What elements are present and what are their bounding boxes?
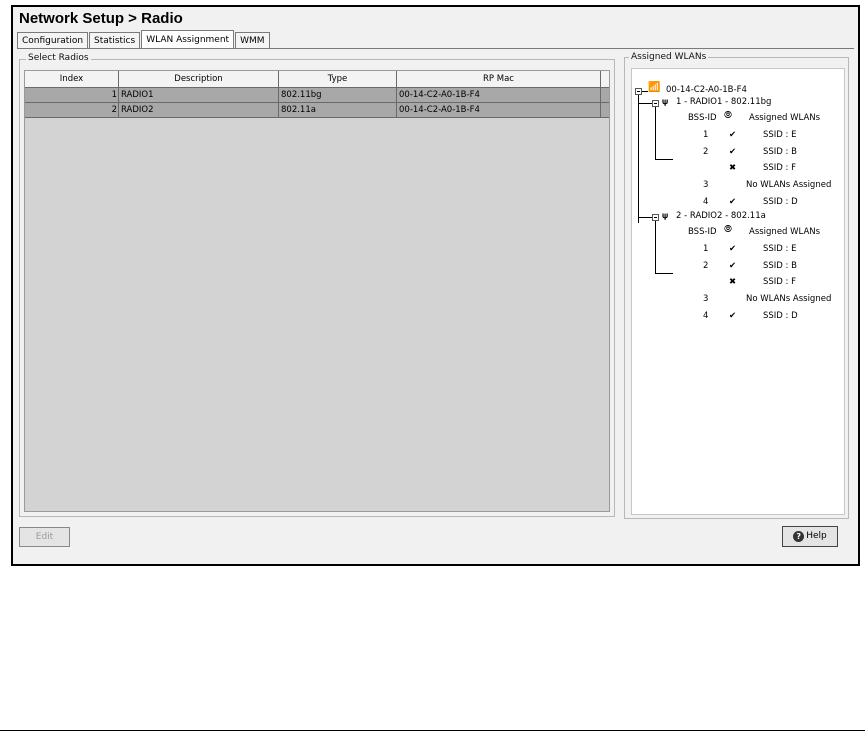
check-icon: ✔: [729, 244, 737, 254]
table-row[interactable]: 1 RADIO1 802.11bg 00-14-C2-A0-1B-F4: [25, 88, 609, 103]
cross-icon: ✖: [729, 163, 737, 173]
tree-connector: [639, 217, 652, 218]
bss-index: 1: [703, 130, 709, 140]
cell-rp-mac: 00-14-C2-A0-1B-F4: [397, 103, 601, 117]
check-icon: ✔: [729, 130, 737, 140]
check-icon: ✔: [729, 147, 737, 157]
cell-rp-mac: 00-14-C2-A0-1B-F4: [397, 88, 601, 102]
bss-index: 2: [703, 147, 709, 157]
tab-wmm[interactable]: WMM: [235, 32, 270, 48]
page-bottom-rule: [0, 730, 865, 731]
check-icon: ✔: [729, 311, 737, 321]
bss-index: 2: [703, 261, 709, 271]
cell-type: 802.11a: [279, 103, 397, 117]
wlan-icon: ⦾: [724, 110, 732, 121]
assigned-wlans-group: Assigned WLANs 📶 00-14-C2-A0-1B-F4 𝛙 1 -…: [624, 52, 849, 519]
help-button[interactable]: ? Help: [782, 526, 838, 547]
ssid-label[interactable]: SSID : D: [763, 197, 798, 207]
ssid-label[interactable]: SSID : F: [763, 277, 796, 287]
cell-type: 802.11bg: [279, 88, 397, 102]
tree-connector: [639, 103, 652, 104]
assigned-wlans-header: Assigned WLANs: [749, 227, 821, 237]
column-header-index[interactable]: Index: [25, 71, 119, 87]
ssid-label[interactable]: SSID : D: [763, 311, 798, 321]
help-icon: ?: [793, 531, 805, 542]
ssid-label[interactable]: SSID : F: [763, 163, 796, 173]
check-icon: ✔: [729, 261, 737, 271]
ssid-label[interactable]: SSID : E: [763, 244, 796, 254]
ssid-label[interactable]: No WLANs Assigned: [746, 294, 831, 304]
tree-connector: [655, 273, 673, 274]
tree-connector: [655, 107, 656, 159]
help-button-label: Help: [806, 531, 827, 541]
column-header-type[interactable]: Type: [279, 71, 397, 87]
cell-description: RADIO2: [119, 103, 279, 117]
cell-index: 1: [25, 88, 119, 102]
bss-id-header: BSS-ID: [688, 227, 717, 237]
cross-icon: ✖: [729, 277, 737, 287]
tree-radio1-node[interactable]: 1 - RADIO1 - 802.11bg: [676, 97, 771, 107]
tree-root-node[interactable]: 00-14-C2-A0-1B-F4: [666, 85, 747, 95]
bss-index: 1: [703, 244, 709, 254]
tab-divider: [17, 48, 854, 49]
bss-index: 3: [703, 180, 709, 190]
bss-id-header: BSS-ID: [688, 113, 717, 123]
cell-index: 2: [25, 103, 119, 117]
cell-description: RADIO1: [119, 88, 279, 102]
select-radios-group: Select Radios Index Description Type RP …: [19, 53, 615, 517]
radios-table: Index Description Type RP Mac 1 RADIO1 8…: [24, 70, 610, 512]
ssid-label[interactable]: No WLANs Assigned: [746, 180, 831, 190]
radio-antenna-icon: 𝛙: [662, 97, 669, 107]
access-port-icon: 📶: [648, 82, 661, 93]
bss-index: 4: [703, 197, 709, 207]
edit-button[interactable]: Edit: [19, 527, 70, 547]
ssid-label[interactable]: SSID : B: [763, 147, 797, 157]
select-radios-label: Select Radios: [26, 53, 91, 63]
collapse-radio2-toggle[interactable]: [652, 214, 659, 221]
tab-wlan-assignment[interactable]: WLAN Assignment: [141, 30, 235, 48]
column-header-description[interactable]: Description: [119, 71, 279, 87]
radio-antenna-icon: 𝛙: [662, 211, 669, 221]
check-icon: ✔: [729, 197, 737, 207]
bss-index: 4: [703, 311, 709, 321]
table-row[interactable]: 2 RADIO2 802.11a 00-14-C2-A0-1B-F4: [25, 103, 609, 118]
tree-radio2-node[interactable]: 2 - RADIO2 - 802.11a: [676, 211, 766, 221]
collapse-radio1-toggle[interactable]: [652, 100, 659, 107]
tree-connector: [638, 95, 639, 223]
tab-configuration[interactable]: Configuration: [17, 32, 89, 48]
wlan-icon: ⦾: [724, 224, 732, 235]
column-header-rp-mac[interactable]: RP Mac: [397, 71, 601, 87]
tree-connector: [655, 221, 656, 273]
bss-index: 3: [703, 294, 709, 304]
ssid-label[interactable]: SSID : B: [763, 261, 797, 271]
assigned-wlans-header: Assigned WLANs: [749, 113, 821, 123]
assigned-wlans-label: Assigned WLANs: [629, 52, 709, 62]
collapse-root-toggle[interactable]: [635, 88, 642, 95]
tree-connector: [655, 159, 673, 160]
table-header: Index Description Type RP Mac: [25, 71, 609, 88]
assigned-wlans-tree: 📶 00-14-C2-A0-1B-F4 𝛙 1 - RADIO1 - 802.1…: [631, 68, 845, 515]
page-title: Network Setup > Radio: [19, 10, 183, 27]
tab-statistics[interactable]: Statistics: [89, 32, 141, 48]
ssid-label[interactable]: SSID : E: [763, 130, 796, 140]
